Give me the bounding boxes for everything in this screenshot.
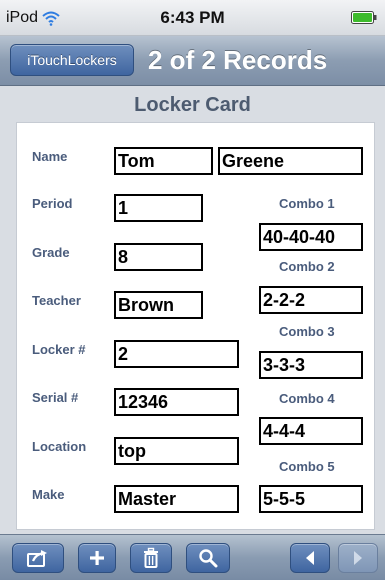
last-name-field[interactable]: Greene: [218, 147, 363, 175]
back-button[interactable]: iTouchLockers: [10, 44, 134, 76]
combo-2-label: Combo 2: [279, 259, 335, 274]
period-field[interactable]: 1: [114, 194, 203, 222]
arrow-right-icon: [351, 550, 365, 566]
share-button[interactable]: [12, 543, 64, 573]
combo-5-label: Combo 5: [279, 459, 335, 474]
name-label: Name: [32, 149, 68, 164]
delete-button[interactable]: [130, 543, 172, 573]
plus-icon: [88, 549, 106, 567]
bottom-toolbar: [0, 534, 385, 580]
serial-number-label: Serial #: [32, 390, 79, 405]
combo-4-field[interactable]: 4-4-4: [259, 417, 363, 445]
location-field[interactable]: top: [114, 437, 239, 465]
section-title: Locker Card: [134, 94, 251, 116]
locker-number-label: Locker #: [32, 342, 86, 357]
location-label: Location: [32, 439, 87, 454]
share-icon: [26, 548, 50, 568]
clock: 6:43 PM: [160, 8, 225, 27]
search-button[interactable]: [186, 543, 230, 573]
combo-2-field[interactable]: 2-2-2: [259, 286, 363, 314]
grade-label: Grade: [32, 245, 70, 260]
combo-3-field[interactable]: 3-3-3: [259, 351, 363, 379]
locker-card: Name Period Grade Teacher Locker # Seria…: [16, 122, 375, 530]
combo-1-field[interactable]: 40-40-40: [259, 223, 363, 251]
teacher-field[interactable]: Brown: [114, 291, 203, 319]
battery-icon: [351, 11, 377, 24]
combo-3-label: Combo 3: [279, 324, 335, 339]
navigation-bar: iTouchLockers 2 of 2 Records: [0, 36, 385, 86]
previous-record-button[interactable]: [290, 543, 330, 573]
grade-field[interactable]: 8: [114, 243, 203, 271]
next-record-button[interactable]: [338, 543, 378, 573]
trash-icon: [142, 547, 160, 569]
combo-5-field[interactable]: 5-5-5: [259, 485, 363, 513]
arrow-left-icon: [303, 550, 317, 566]
locker-number-field[interactable]: 2: [114, 340, 239, 368]
serial-number-field[interactable]: 12346: [114, 388, 239, 416]
period-label: Period: [32, 196, 73, 211]
teacher-label: Teacher: [32, 293, 81, 308]
record-counter-title: 2 of 2 Records: [148, 45, 328, 75]
make-field[interactable]: Master: [114, 485, 239, 513]
search-icon: [198, 548, 218, 568]
make-label: Make: [32, 487, 65, 502]
combo-4-label: Combo 4: [279, 391, 335, 406]
add-button[interactable]: [78, 543, 116, 573]
status-bar: iPod 6:43 PM: [0, 0, 385, 36]
first-name-field[interactable]: Tom: [114, 147, 213, 175]
combo-1-label: Combo 1: [279, 196, 335, 211]
